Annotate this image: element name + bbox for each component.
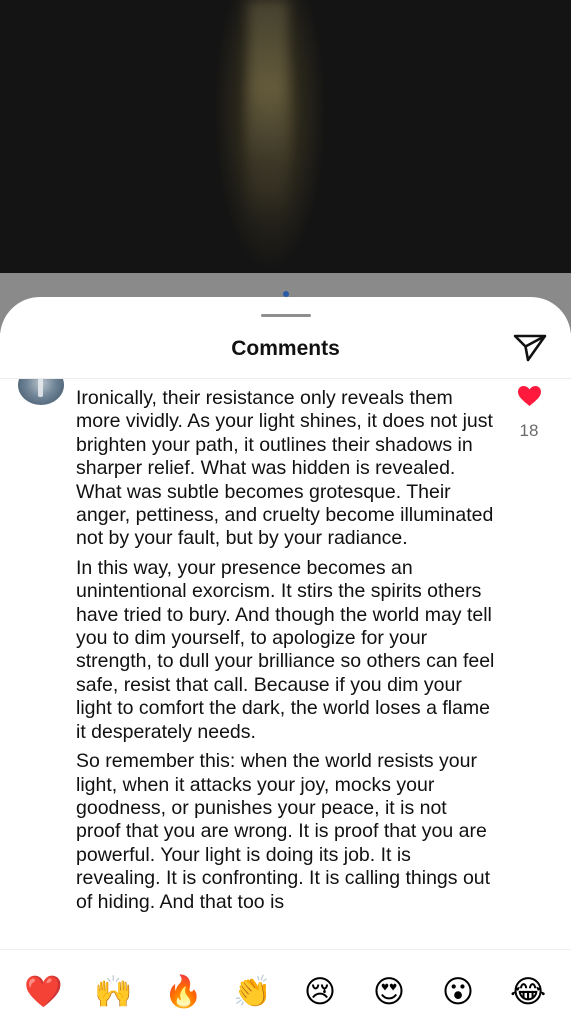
paper-plane-icon[interactable]: [513, 333, 547, 363]
raised-hands-emoji[interactable]: 🙌: [94, 974, 133, 1010]
avatar[interactable]: [18, 379, 64, 405]
sheet-title: Comments: [231, 337, 340, 360]
comment-paragraph: So remember this: when the world resists…: [76, 750, 491, 913]
quick-reaction-bar: ❤️ 🙌 🔥 👏 😢 😍 😮 😂: [0, 949, 571, 1023]
comment-list[interactable]: Ironically, their resistance only reveal…: [0, 379, 571, 947]
clapping-hands-emoji[interactable]: 👏: [233, 974, 272, 1010]
tears-of-joy-emoji[interactable]: 😂: [510, 974, 546, 1010]
avatar-figure: [38, 379, 43, 397]
video-background: [0, 0, 571, 275]
surprised-face-emoji[interactable]: 😮: [440, 974, 476, 1010]
heart-filled-icon[interactable]: [517, 385, 542, 407]
comment-paragraph: In this way, your presence becomes an un…: [76, 556, 495, 743]
sheet-drag-handle[interactable]: [261, 314, 311, 317]
comment-body: Ironically, their resistance only reveal…: [76, 387, 496, 920]
crying-face-emoji[interactable]: 😢: [302, 974, 338, 1010]
like-count: 18: [519, 421, 539, 440]
comment-paragraph: Ironically, their resistance only reveal…: [76, 387, 494, 550]
heart-emoji[interactable]: ❤️: [24, 974, 63, 1010]
comments-sheet: Comments Ironically, their resistance on…: [0, 297, 571, 1023]
video-light-streak: [248, 0, 288, 220]
heart-eyes-emoji[interactable]: 😍: [371, 974, 407, 1010]
fire-emoji[interactable]: 🔥: [164, 974, 203, 1010]
